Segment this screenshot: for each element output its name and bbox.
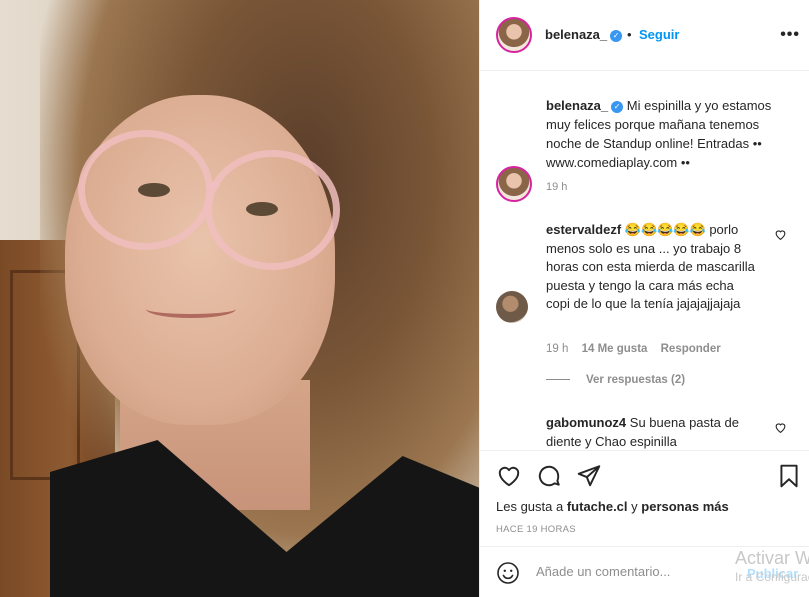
- comment-username[interactable]: gabomunoz4: [546, 415, 626, 430]
- verified-badge-icon: ✓: [611, 100, 624, 113]
- like-heart-icon[interactable]: [496, 463, 522, 489]
- post-side-panel: belenaza_ ✓ • Seguir ••• belenaza_ ✓ Mi es…: [479, 0, 809, 597]
- caption-username[interactable]: belenaza_: [546, 98, 608, 113]
- likes-user[interactable]: futache.cl: [567, 499, 628, 514]
- more-horizontal-icon[interactable]: •••: [780, 26, 800, 44]
- comment: estervaldezf 😂😂😂😂😂 porlo menos solo es u…: [546, 221, 761, 314]
- caption-time[interactable]: 19 h: [546, 181, 567, 193]
- comments-section[interactable]: belenaza_ ✓ Mi espinilla y yo estamos muy…: [480, 72, 809, 450]
- comment-like-heart-icon[interactable]: [774, 228, 788, 242]
- comment-meta: 19 h 14 Me gusta Responder: [546, 343, 731, 355]
- share-paper-plane-icon[interactable]: [576, 463, 602, 489]
- comment-input[interactable]: [536, 564, 736, 579]
- publish-button[interactable]: Publicar: [747, 566, 798, 581]
- bookmark-icon[interactable]: [776, 463, 802, 489]
- photo-mouth: [146, 300, 236, 318]
- verified-badge-icon: ✓: [610, 29, 623, 42]
- comment-like-heart-icon[interactable]: [774, 421, 788, 435]
- follow-button[interactable]: Seguir: [639, 27, 679, 42]
- photo-glasses-bridge: [206, 182, 220, 188]
- comment-username[interactable]: estervaldezf: [546, 222, 621, 237]
- add-comment-bar: Publicar: [480, 546, 809, 597]
- author-avatar[interactable]: [496, 17, 532, 53]
- emoji-smile-icon[interactable]: [496, 561, 520, 585]
- author-username[interactable]: belenaza_: [545, 27, 607, 42]
- likes-connector: y: [631, 499, 638, 514]
- likes-summary: Les gusta a futache.cl y personas más: [496, 499, 729, 514]
- author-username-row: belenaza_ ✓: [545, 27, 623, 42]
- view-replies-label: Ver respuestas (2): [586, 374, 686, 386]
- replies-divider: [546, 379, 570, 381]
- comment-avatar[interactable]: [496, 291, 528, 323]
- post-actions: Les gusta a futache.cl y personas más HA…: [480, 450, 809, 546]
- caption: belenaza_ ✓ Mi espinilla y yo estamos muy…: [546, 96, 796, 172]
- likes-others[interactable]: personas más: [641, 499, 728, 514]
- reply-button[interactable]: Responder: [661, 343, 721, 355]
- comment-likes[interactable]: 14 Me gusta: [582, 343, 648, 355]
- header-separator: •: [627, 27, 632, 42]
- comment: gabomunoz4 Su buena pasta de diente y Ch…: [546, 414, 761, 450]
- photo-glasses-lens-left: [78, 130, 213, 250]
- comment-time[interactable]: 19 h: [546, 343, 568, 355]
- post-photo[interactable]: [0, 0, 479, 597]
- view-replies-button[interactable]: Ver respuestas (2): [546, 374, 685, 386]
- post-header: belenaza_ ✓ • Seguir •••: [480, 0, 809, 71]
- caption-avatar[interactable]: [496, 166, 532, 202]
- likes-prefix: Les gusta a: [496, 499, 564, 514]
- comment-bubble-icon[interactable]: [536, 463, 562, 489]
- post-timestamp[interactable]: HACE 19 HORAS: [496, 524, 576, 535]
- photo-glasses-lens-right: [205, 150, 340, 270]
